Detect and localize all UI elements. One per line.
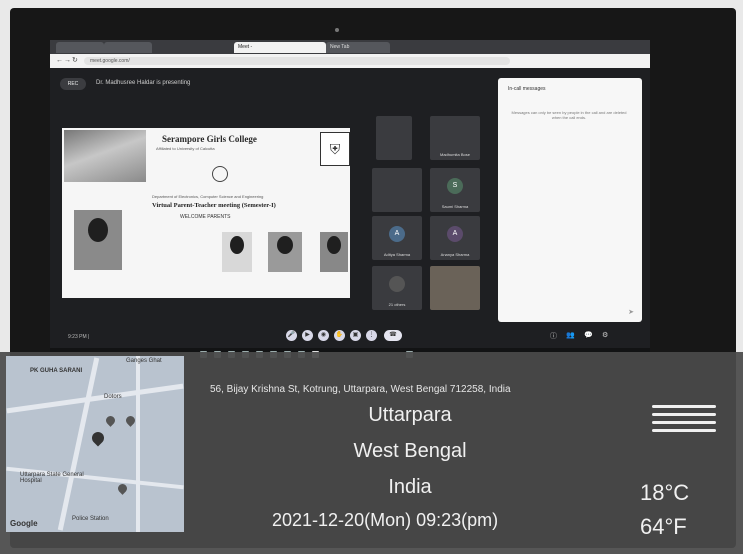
mic-button[interactable]: 🎤 [286,330,297,341]
map-label: Ganges Ghat [126,358,162,364]
participant-tile[interactable] [430,266,480,310]
tab-1[interactable] [56,42,104,53]
chat-title: In-call messages [508,86,546,92]
map-pin-icon [104,414,117,427]
teacher-photo [74,210,122,270]
avatar [389,178,405,194]
chat-panel: In-call messages Messages can only be se… [498,78,642,322]
participant-tile[interactable] [376,116,412,160]
back-icon[interactable]: ← [56,57,63,65]
raise-hand-button[interactable]: ✋ [334,330,345,341]
participant-name: Ananya Sharma [440,252,470,257]
participant-tile[interactable]: A Ananya Sharma [430,216,480,260]
presented-slide: Serampore Girls College Affiliated to Un… [62,128,350,298]
avatar [447,126,463,142]
avatar [393,126,409,142]
captions-button[interactable]: ◉ [318,330,329,341]
map-label: Police Station [72,516,109,522]
gps-overlay: PK GUHA SARANI Ganges Ghat Dotors Uttarp… [0,352,743,554]
state-text: West Bengal [353,440,467,462]
avatar: A [447,226,463,242]
url-input[interactable]: meet.google.com/ [84,57,510,65]
tab-bar: Meet - New Tab [50,40,650,54]
info-icon[interactable]: ⓘ [550,331,557,341]
avatar: S [447,178,463,194]
camera-button[interactable]: ▶ [302,330,313,341]
participant-tile-others[interactable]: 21 others [372,266,422,310]
participant-name: Saumi Sharma [441,204,469,209]
slide-welcome: WELCOME PARENTS [180,214,231,220]
slide-department: Department of Electronics, Computer Scie… [152,194,264,199]
college-building-image [64,130,146,182]
location-map: PK GUHA SARANI Ganges Ghat Dotors Uttarp… [6,356,184,532]
tab-new[interactable]: New Tab [326,42,390,53]
slide-college-subtitle: Affiliated to University of Calcutta [156,146,215,151]
temperature-celsius: 18°C [640,480,690,505]
screen: Meet - New Tab ← → ↻ meet.google.com/ RE… [50,40,650,362]
city-text: Uttarpara [368,404,452,426]
present-button[interactable]: ▣ [350,330,361,341]
presenting-label: Dr. Madhusree Haldar is presenting [96,80,191,86]
address-text: 56, Bijay Krishna St, Kotrung, Uttarpara… [210,384,511,395]
address-bar: ← → ↻ meet.google.com/ [50,54,650,68]
avatar [389,276,405,292]
avatar: A [389,226,405,242]
map-label: Dotors [104,394,122,400]
location-marker-icon [89,429,107,447]
rec-badge: REC [60,78,86,90]
staff-photo-1 [222,232,252,272]
participant-tile[interactable]: Madhumita Bose [430,116,480,160]
tab-meet[interactable]: Meet - [234,42,326,53]
staff-photo-2 [268,232,302,272]
people-icon[interactable]: 👥 [566,331,575,339]
participant-name: 21 others [388,302,406,307]
college-seal-icon [212,166,228,182]
meeting-time: 9:23 PM | [68,334,90,340]
send-icon[interactable]: ➤ [628,308,634,316]
avatar [447,276,463,292]
participant-tile[interactable]: A Aditya Sharma [372,216,422,260]
leave-call-button[interactable]: ☎ [384,330,402,341]
map-label: Uttarpara State General Hospital [20,472,84,484]
reload-icon[interactable]: ↻ [72,57,78,65]
slide-title: Virtual Parent-Teacher meeting (Semester… [152,202,276,209]
tab-2[interactable] [104,42,152,53]
country-text: India [388,476,432,498]
map-pin-icon [124,414,137,427]
staff-photo-3 [320,232,348,272]
slide-college-name: Serampore Girls College [162,134,257,144]
google-logo: Google [10,519,38,528]
webcam [335,28,339,32]
participant-name: Aditya Sharma [383,252,411,257]
more-options-button[interactable]: ⋮ [366,330,377,341]
participant-tile[interactable] [372,168,422,212]
forward-icon[interactable]: → [64,57,71,65]
participant-tile[interactable]: S Saumi Sharma [430,168,480,212]
chat-note: Messages can only be seen by people in t… [511,110,627,120]
map-label: PK GUHA SARANI [30,368,83,374]
datetime-text: 2021-12-20(Mon) 09:23(pm) [272,510,499,530]
haze-waves-icon [652,400,716,437]
map-pin-icon [116,482,129,495]
chat-icon[interactable]: 💬 [584,331,593,339]
participant-name: Madhumita Bose [439,152,470,157]
activities-icon[interactable]: ⚙ [602,331,608,339]
temperature-fahrenheit: 64°F [640,514,687,539]
college-crest-icon: ⛨ [320,132,350,166]
